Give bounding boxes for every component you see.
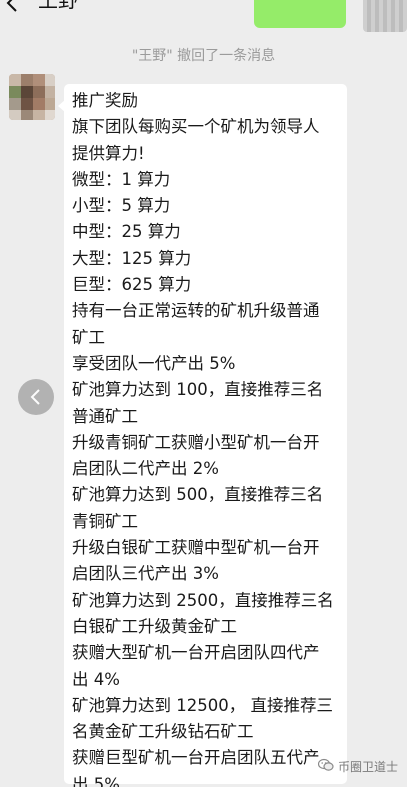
message-line: 普通矿工 — [72, 406, 138, 426]
side-back-button[interactable] — [18, 379, 54, 415]
message-line: 矿池算力达到 100，直接推荐三名 — [72, 380, 324, 400]
message-line: 旗下团队每购买一个矿机为领导人 — [72, 117, 320, 137]
message-line: 持有一台正常运转的矿机升级普通 — [72, 301, 320, 321]
message-line: 大型：125 算力 — [72, 248, 192, 268]
account-watermark: 币圈卫道士 — [317, 755, 399, 777]
message-line: 微型：1 算力 — [72, 169, 171, 189]
message-line: 获赠大型矿机一台开启团队四代产 — [72, 643, 320, 663]
message-line: 中型：25 算力 — [72, 222, 181, 242]
message-line: 获赠巨型矿机一台开启团队五代产 — [72, 748, 320, 768]
message-line: 推广奖励 — [72, 91, 138, 110]
message-text: 推广奖励旗下团队每购买一个矿机为领导人 提供算力! 微型：1 算力 小型：5 算力 中型… — [72, 88, 347, 787]
sender-avatar[interactable] — [9, 74, 55, 120]
message-line: 名黄金矿工升级钻石矿工 — [72, 722, 254, 742]
chat-title: 王野 — [38, 0, 78, 12]
message-line: 提供算力! — [72, 143, 145, 163]
message-line: 矿池算力达到 12500， 直接推荐三 — [72, 695, 333, 715]
message-line: 享受团队一代产出 5% — [72, 353, 236, 373]
message-line: 青铜矿工 — [72, 511, 138, 531]
message-line: 矿池算力达到 500，直接推荐三名 — [72, 485, 324, 505]
message-line: 白银矿工升级黄金矿工 — [72, 616, 237, 636]
chevron-left-icon — [30, 389, 40, 405]
recall-notice: "王野" 撤回了一条消息 — [131, 48, 276, 64]
chat-header: 王野 — [0, 0, 407, 32]
message-line: 升级青铜矿工获赠小型矿机一台开 — [72, 432, 320, 452]
message-line: 矿池算力达到 2500，直接推荐三名 — [72, 590, 334, 610]
wechat-official-account-icon — [317, 757, 334, 776]
own-avatar[interactable] — [363, 0, 407, 32]
message-line: 升级白银矿工获赠中型矿机一台开 — [72, 538, 320, 558]
message-line: 矿工 — [72, 327, 105, 347]
message-line: 启团队二代产出 2% — [72, 459, 219, 479]
watermark-text: 币圈卫道士 — [338, 759, 399, 774]
previous-own-message-bubble[interactable] — [254, 0, 346, 28]
chevron-left-icon[interactable] — [4, 0, 22, 12]
message-line: 巨型：625 算力 — [72, 275, 192, 295]
chat-screen: 王野 "王野" 撤回了一条消息 推广奖励旗下团队每购买一个矿机为领导人 提供算力!… — [0, 0, 407, 787]
message-line: 出 4% — [72, 669, 120, 689]
message-line: 小型：5 算力 — [72, 196, 171, 216]
message-line: 出 5% — [72, 774, 120, 787]
message-line: 启团队三代产出 3% — [72, 564, 219, 584]
